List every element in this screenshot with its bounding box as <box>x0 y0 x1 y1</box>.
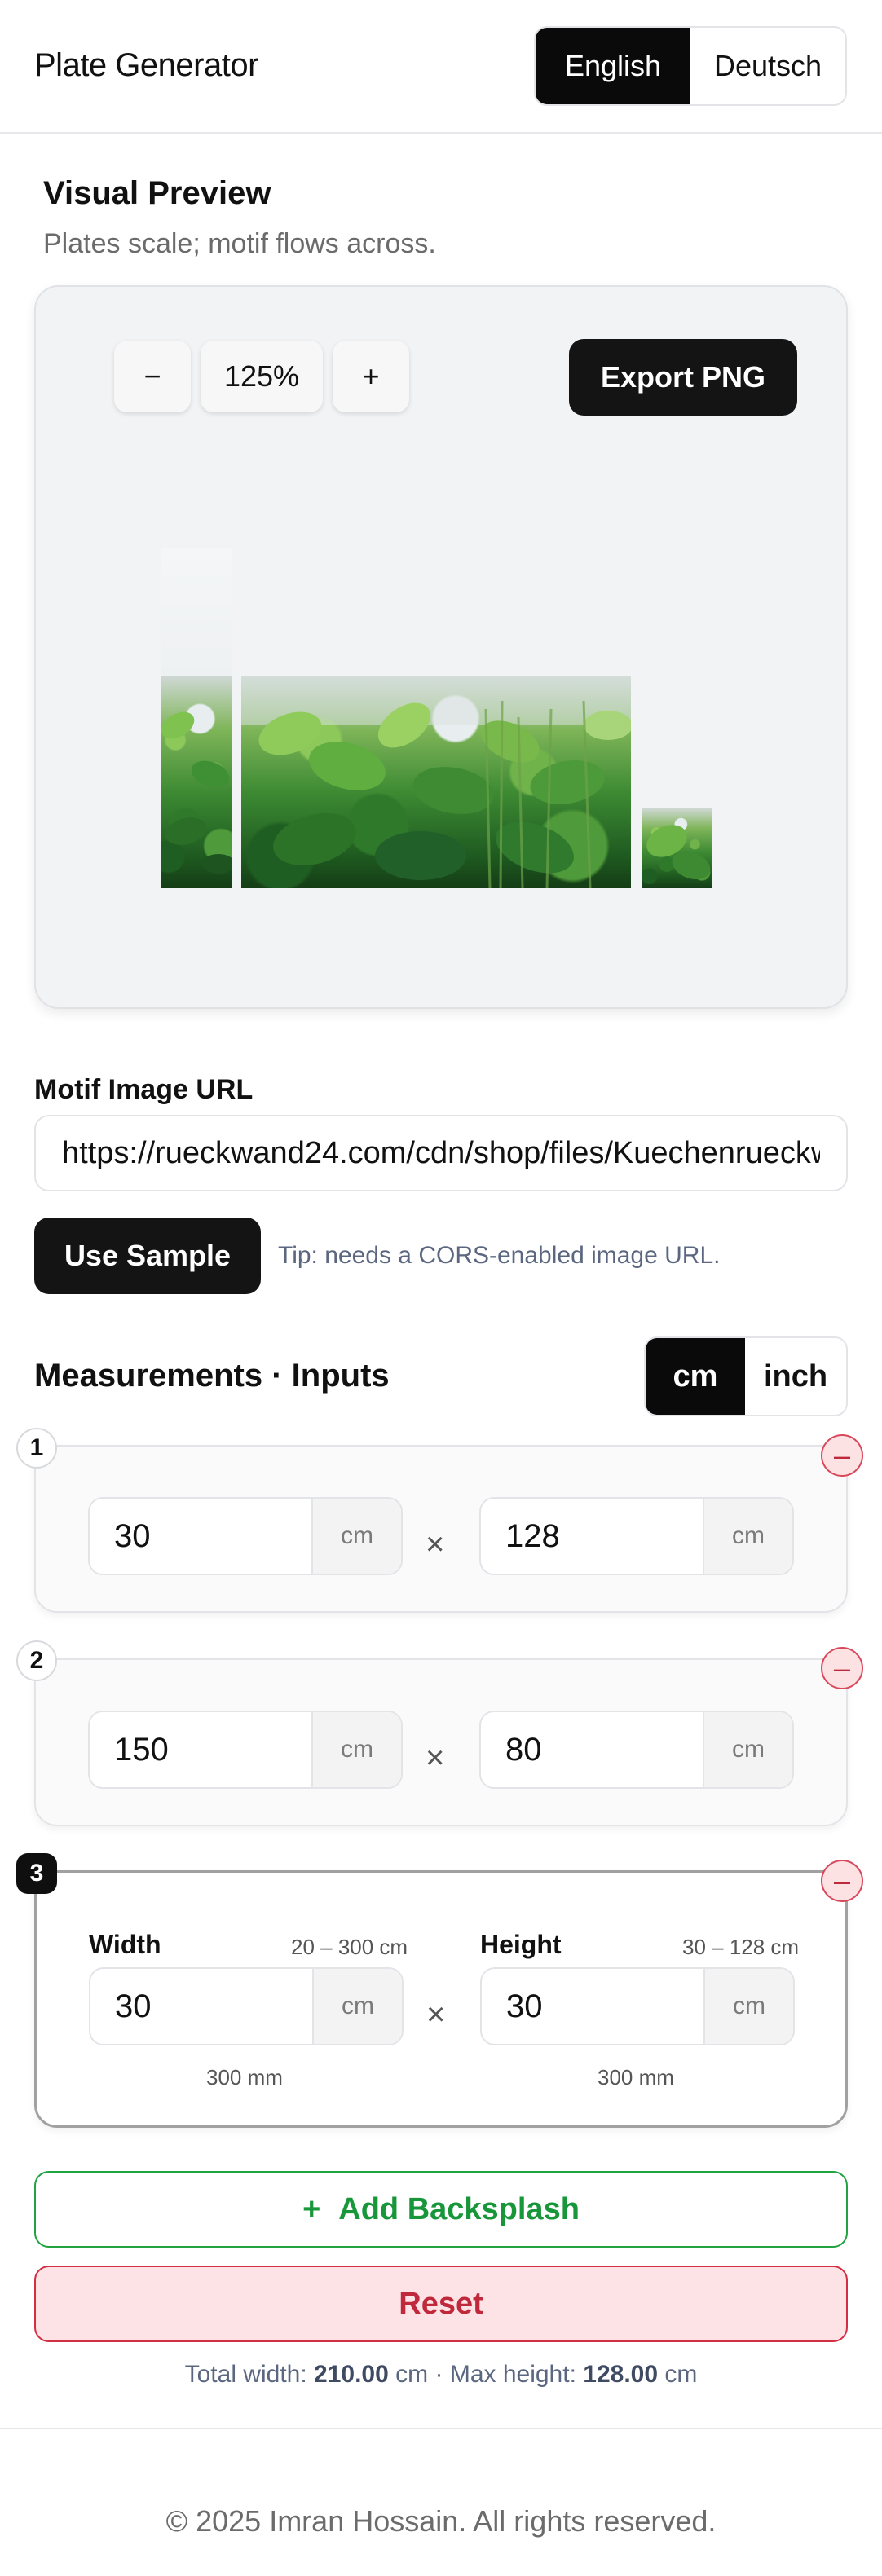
totals-separator: · <box>434 2361 443 2388</box>
measurements-title: Measurements · Inputs <box>34 1358 390 1394</box>
width-mm: 300 mm <box>206 2065 283 2089</box>
add-backsplash-label: Add Backsplash <box>338 2191 580 2226</box>
plate-index-badge-active: 3 <box>16 1853 57 1894</box>
reset-button[interactable]: Reset <box>34 2266 848 2342</box>
remove-plate-button[interactable]: – <box>821 1434 863 1477</box>
total-width-unit: cm <box>395 2361 429 2388</box>
max-height-label: Max height: <box>449 2361 576 2388</box>
times-symbol: × <box>426 1997 446 2032</box>
use-sample-button[interactable]: Use Sample <box>34 1218 261 1294</box>
times-symbol: × <box>426 1740 445 1776</box>
height-unit: cm <box>705 1969 793 2044</box>
motif-url-input[interactable] <box>34 1115 848 1191</box>
motif-url-label: Motif Image URL <box>34 1074 254 1105</box>
preview-plate-1 <box>161 548 232 888</box>
width-field: 150 cm <box>88 1711 403 1789</box>
height-input[interactable]: 30 <box>482 1969 705 2044</box>
app-header: Plate Generator English Deutsch <box>0 0 882 134</box>
times-symbol: × <box>426 1526 445 1562</box>
height-input[interactable]: 80 <box>481 1712 704 1787</box>
zoom-level-indicator: 125% <box>201 341 323 412</box>
unit-inch-button[interactable]: inch <box>745 1338 846 1415</box>
width-unit: cm <box>313 1712 401 1787</box>
cors-tip: Tip: needs a CORS-enabled image URL. <box>278 1242 721 1269</box>
plate-index-badge: 1 <box>16 1428 57 1469</box>
app-title: Plate Generator <box>34 47 258 83</box>
preview-subtitle: Plates scale; motif flows across. <box>43 228 436 259</box>
language-deutsch-button[interactable]: Deutsch <box>690 28 845 104</box>
width-unit: cm <box>313 1499 401 1574</box>
add-backsplash-button[interactable]: + Add Backsplash <box>34 2171 848 2248</box>
max-height-unit: cm <box>664 2361 698 2388</box>
height-field: 128 cm <box>479 1497 794 1575</box>
remove-plate-button[interactable]: – <box>821 1860 863 1902</box>
language-toggle: English Deutsch <box>534 26 847 106</box>
language-english-button[interactable]: English <box>536 28 690 104</box>
width-field: 30 cm <box>88 1497 403 1575</box>
copyright-text: © 2025 Imran Hossain. All rights reserve… <box>165 2504 717 2538</box>
preview-canvas[interactable]: − 125% + Export PNG <box>34 285 848 1009</box>
height-field: 80 cm <box>479 1711 794 1789</box>
preview-plate-2 <box>241 676 631 888</box>
width-field: 30 cm <box>89 1967 404 2045</box>
plate-foliage-image <box>161 676 232 888</box>
footer: © 2025 Imran Hossain. All rights reserve… <box>0 2428 882 2576</box>
width-range: 20 – 300 cm <box>291 1935 408 1959</box>
max-height-value: 128.00 <box>583 2361 659 2388</box>
width-label: Width <box>89 1930 161 1959</box>
plus-icon: + <box>302 2191 321 2226</box>
height-range: 30 – 128 cm <box>682 1935 800 1959</box>
total-width-value: 210.00 <box>314 2361 389 2388</box>
total-width-label: Total width: <box>184 2361 307 2388</box>
remove-plate-button[interactable]: – <box>821 1647 863 1689</box>
export-png-button[interactable]: Export PNG <box>569 339 797 416</box>
plate-card-2[interactable]: 150 cm × 80 cm <box>34 1658 848 1826</box>
zoom-in-button[interactable]: + <box>333 341 409 412</box>
plate-card-3[interactable]: Width 20 – 300 cm Height 30 – 128 cm 30 … <box>34 1870 848 2128</box>
width-unit: cm <box>314 1969 402 2044</box>
height-unit: cm <box>704 1499 792 1574</box>
zoom-out-button[interactable]: − <box>114 341 191 412</box>
height-label: Height <box>480 1930 562 1959</box>
preview-plate-3 <box>642 808 712 888</box>
height-mm: 300 mm <box>598 2065 674 2089</box>
plate-index-badge: 2 <box>16 1640 57 1681</box>
height-input[interactable]: 128 <box>481 1499 704 1574</box>
totals-summary: Total width: 210.00 cm · Max height: 128… <box>0 2361 882 2389</box>
unit-cm-button[interactable]: cm <box>646 1338 745 1415</box>
width-input[interactable]: 150 <box>90 1712 313 1787</box>
preview-title: Visual Preview <box>43 175 271 211</box>
width-input[interactable]: 30 <box>90 1499 313 1574</box>
plate-card-1[interactable]: 30 cm × 128 cm <box>34 1445 848 1613</box>
unit-toggle: cm inch <box>644 1336 848 1416</box>
plate-faded-region <box>161 548 232 676</box>
height-field: 30 cm <box>480 1967 795 2045</box>
width-input[interactable]: 30 <box>90 1969 314 2044</box>
height-unit: cm <box>704 1712 792 1787</box>
